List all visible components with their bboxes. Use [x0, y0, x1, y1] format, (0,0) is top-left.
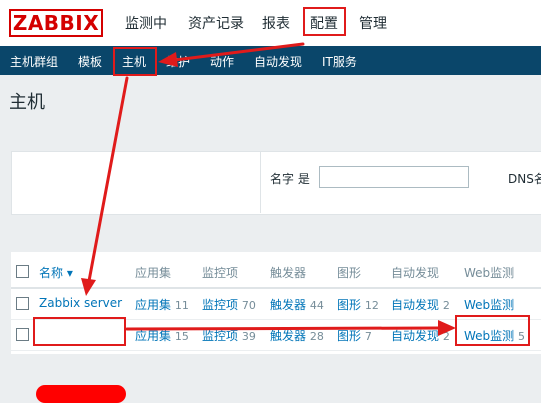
redaction-mark — [36, 385, 126, 403]
zabbix-logo[interactable]: ZABBIX — [9, 9, 103, 37]
applications-link[interactable]: 应用集 — [135, 298, 171, 312]
select-all-checkbox[interactable] — [16, 265, 29, 278]
top-header: ZABBIX 监测中 资产记录 报表 配置 管理 — [0, 0, 541, 46]
row-checkbox[interactable] — [16, 328, 29, 341]
items-cell: 监控项 39 — [202, 327, 256, 344]
main-menu-reports[interactable]: 报表 — [262, 13, 290, 33]
header-graphs: 图形 — [337, 266, 362, 280]
sub-menu-maintenance[interactable]: 维护 — [166, 53, 190, 70]
discovery-link[interactable]: 自动发现 — [391, 329, 439, 343]
header-applications: 应用集 — [135, 266, 172, 280]
graphs-link[interactable]: 图形 — [337, 329, 361, 343]
triggers-link[interactable]: 触发器 — [270, 329, 306, 343]
graphs-cell: 图形 12 — [337, 296, 379, 313]
items-link[interactable]: 监控项 — [202, 298, 238, 312]
sub-menu-host-groups[interactable]: 主机群组 — [10, 53, 58, 70]
annotation-box-configuration — [303, 7, 346, 36]
host-name-link[interactable]: Zabbix server — [39, 296, 122, 310]
header-discovery: 自动发现 — [391, 266, 440, 280]
graphs-count: 12 — [364, 299, 379, 312]
annotation-box-hosts — [113, 47, 157, 76]
graphs-cell: 图形 7 — [337, 327, 372, 344]
items-count: 70 — [241, 299, 256, 312]
items-cell: 监控项 70 — [202, 296, 256, 313]
graphs-link[interactable]: 图形 — [337, 298, 361, 312]
applications-cell: 应用集 15 — [135, 327, 189, 344]
sub-menu-it-services[interactable]: IT服务 — [322, 53, 357, 70]
discovery-cell: 自动发现 2 — [391, 327, 450, 344]
row-checkbox[interactable] — [16, 297, 29, 310]
annotation-box-web — [455, 315, 530, 346]
triggers-cell: 触发器 44 — [270, 296, 324, 313]
graphs-count: 7 — [364, 330, 372, 343]
items-link[interactable]: 监控项 — [202, 329, 238, 343]
triggers-link[interactable]: 触发器 — [270, 298, 306, 312]
header-items: 监控项 — [202, 266, 239, 280]
main-menu-inventory[interactable]: 资产记录 — [188, 13, 244, 33]
sub-menu-templates[interactable]: 模板 — [78, 53, 102, 70]
header-web: Web监测 — [464, 266, 515, 280]
sub-menu-actions[interactable]: 动作 — [210, 53, 234, 70]
discovery-count: 2 — [442, 299, 450, 312]
header-name-sort[interactable]: 名称 ▾ — [39, 264, 73, 281]
applications-count: 15 — [174, 330, 189, 343]
applications-cell: 应用集 11 — [135, 296, 189, 313]
sub-menu-discovery[interactable]: 自动发现 — [254, 53, 302, 70]
applications-count: 11 — [174, 299, 189, 312]
table-header-row: 名称 ▾ 应用集 监控项 触发器 图形 自动发现 Web监测 — [11, 252, 541, 289]
items-count: 39 — [241, 330, 256, 343]
triggers-cell: 触发器 28 — [270, 327, 324, 344]
sub-menu: 主机群组 模板 主机 维护 动作 自动发现 IT服务 — [0, 46, 541, 75]
web-link[interactable]: Web监测 — [464, 298, 514, 312]
filter-name-label: 名字 是 — [270, 172, 310, 186]
filter-dns-label: DNS名 — [508, 172, 541, 186]
triggers-count: 44 — [309, 299, 324, 312]
page-title: 主机 — [9, 92, 45, 113]
applications-link[interactable]: 应用集 — [135, 329, 171, 343]
filter-name-input[interactable] — [319, 166, 469, 188]
annotation-box-host-name — [33, 317, 126, 346]
discovery-count: 2 — [442, 330, 450, 343]
main-menu-monitoring[interactable]: 监测中 — [125, 13, 167, 33]
web-cell: Web监测 — [464, 296, 514, 313]
header-triggers: 触发器 — [270, 266, 307, 280]
triggers-count: 28 — [309, 330, 324, 343]
discovery-link[interactable]: 自动发现 — [391, 298, 439, 312]
main-menu-administration[interactable]: 管理 — [359, 13, 387, 33]
filter-divider — [260, 151, 261, 213]
discovery-cell: 自动发现 2 — [391, 296, 450, 313]
